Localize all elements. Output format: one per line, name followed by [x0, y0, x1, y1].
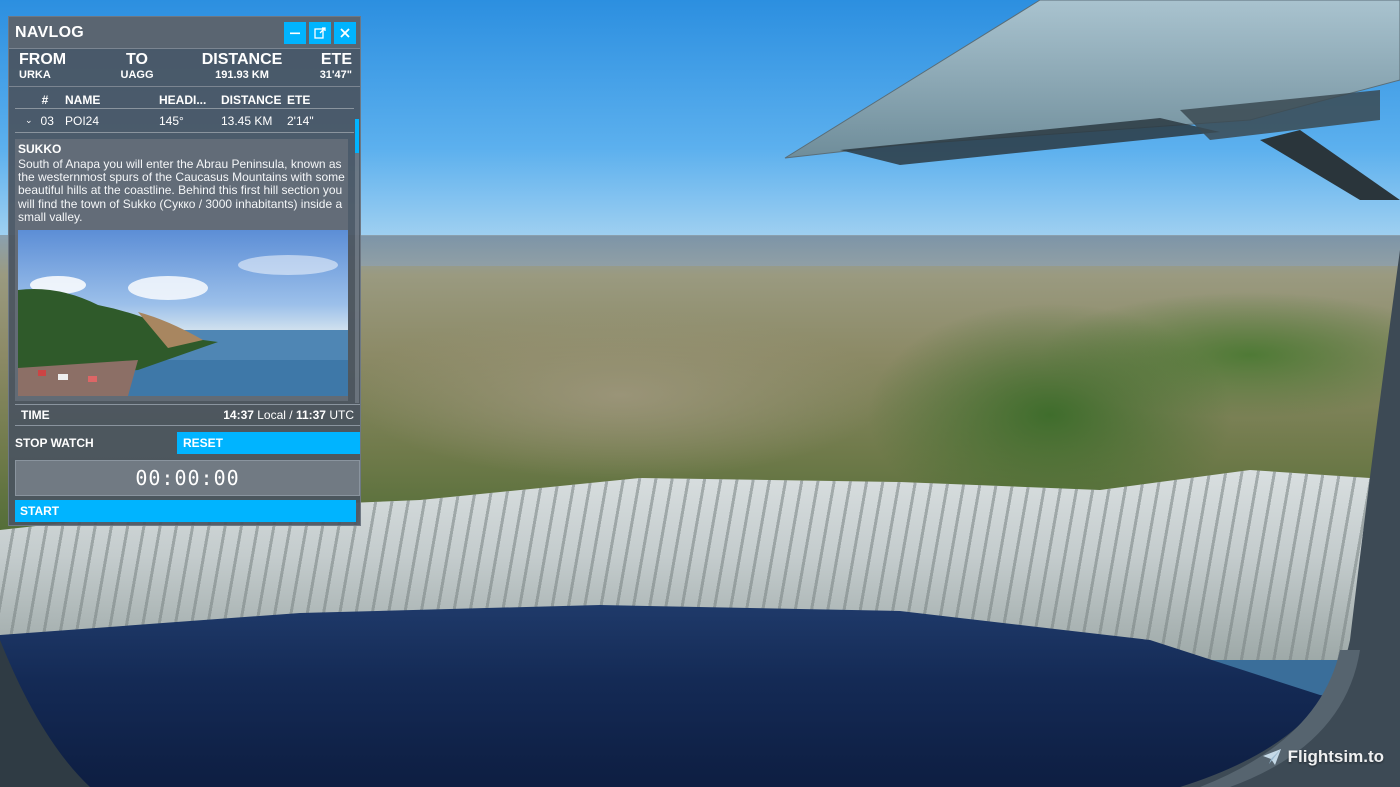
distant-hills	[360, 236, 1400, 266]
close-icon	[340, 27, 350, 38]
waypoint-table-header: # NAME HEADI... DISTANCE ETE	[15, 87, 354, 109]
close-button[interactable]	[334, 21, 356, 44]
waypoint-number-cell: ⌄ 03	[25, 114, 65, 128]
ete-value: 31'47"	[319, 69, 352, 81]
scrollbar-track[interactable]	[355, 153, 359, 403]
navlog-title: NAVLOG	[15, 23, 85, 41]
waypoint-number: 03	[40, 113, 54, 128]
paper-plane-icon	[1262, 749, 1281, 765]
reset-button[interactable]: RESET	[177, 432, 360, 454]
stopwatch-label: STOP WATCH	[15, 436, 94, 450]
route-to: TO UAGG	[97, 52, 177, 86]
navlog-titlebar[interactable]: NAVLOG	[9, 17, 360, 49]
coast-photo	[18, 255, 348, 397]
route-from: FROM URKA	[19, 52, 97, 86]
col-distance: DISTANCE	[221, 92, 282, 107]
detail-description: South of Anapa you will enter the Abrau …	[18, 157, 345, 224]
utc-label: UTC	[329, 408, 354, 422]
distance-value: 191.93 KM	[215, 69, 269, 81]
time-values: 14:37 Local / 11:37 UTC	[223, 408, 354, 422]
ete-label: ETE	[320, 51, 352, 68]
waypoint-heading: 145°	[159, 113, 184, 128]
start-button[interactable]: START	[15, 500, 356, 522]
time-row: TIME 14:37 Local / 11:37 UTC	[15, 404, 360, 426]
chevron-down-icon[interactable]: ⌄	[25, 115, 33, 126]
watermark-text: Flightsim.to	[1287, 747, 1384, 766]
waypoint-ete: 2'14"	[287, 113, 314, 128]
route-ete: ETE 31'47"	[307, 52, 352, 86]
col-number: #	[41, 92, 49, 107]
waypoint-detail: SUKKO South of Anapa you will enter the …	[15, 139, 348, 401]
route-distance: DISTANCE 191.93 KM	[177, 52, 307, 86]
flightsim-watermark: Flightsim.to	[1262, 747, 1384, 767]
undock-button[interactable]	[309, 21, 331, 44]
route-summary: FROM URKA TO UAGG DISTANCE 191.93 KM ETE…	[9, 49, 360, 87]
window-controls	[284, 21, 356, 44]
to-value: UAGG	[120, 69, 154, 81]
local-time: 14:37	[223, 408, 258, 422]
col-name: NAME	[65, 92, 101, 107]
scrollbar-thumb[interactable]	[355, 119, 359, 153]
col-ete: ETE	[287, 92, 311, 107]
undock-icon	[314, 26, 326, 39]
minimize-icon	[290, 32, 300, 34]
navlog-panel: NAVLOG FROM URKA TO UAGG DISTANCE 191.93…	[8, 16, 361, 526]
to-label: TO	[126, 51, 148, 68]
stopwatch-display: 00:00:00	[15, 460, 360, 496]
detail-photo	[18, 230, 348, 397]
waypoint-name: POI24	[65, 113, 100, 128]
minimize-button[interactable]	[284, 21, 306, 44]
col-heading: HEADI...	[159, 92, 207, 107]
stopwatch-row: STOP WATCH RESET	[15, 431, 360, 455]
aircraft-wing	[784, 0, 1400, 200]
distance-label: DISTANCE	[201, 51, 283, 68]
from-label: FROM	[19, 51, 67, 68]
local-label: Local /	[257, 408, 296, 422]
waypoint-row[interactable]: ⌄ 03 POI24 145° 13.45 KM 2'14"	[15, 109, 354, 133]
utc-time: 11:37	[295, 408, 330, 422]
waypoint-distance: 13.45 KM	[221, 113, 273, 128]
from-value: URKA	[19, 69, 51, 81]
detail-title: SUKKO	[18, 142, 62, 156]
time-label: TIME	[21, 408, 50, 422]
